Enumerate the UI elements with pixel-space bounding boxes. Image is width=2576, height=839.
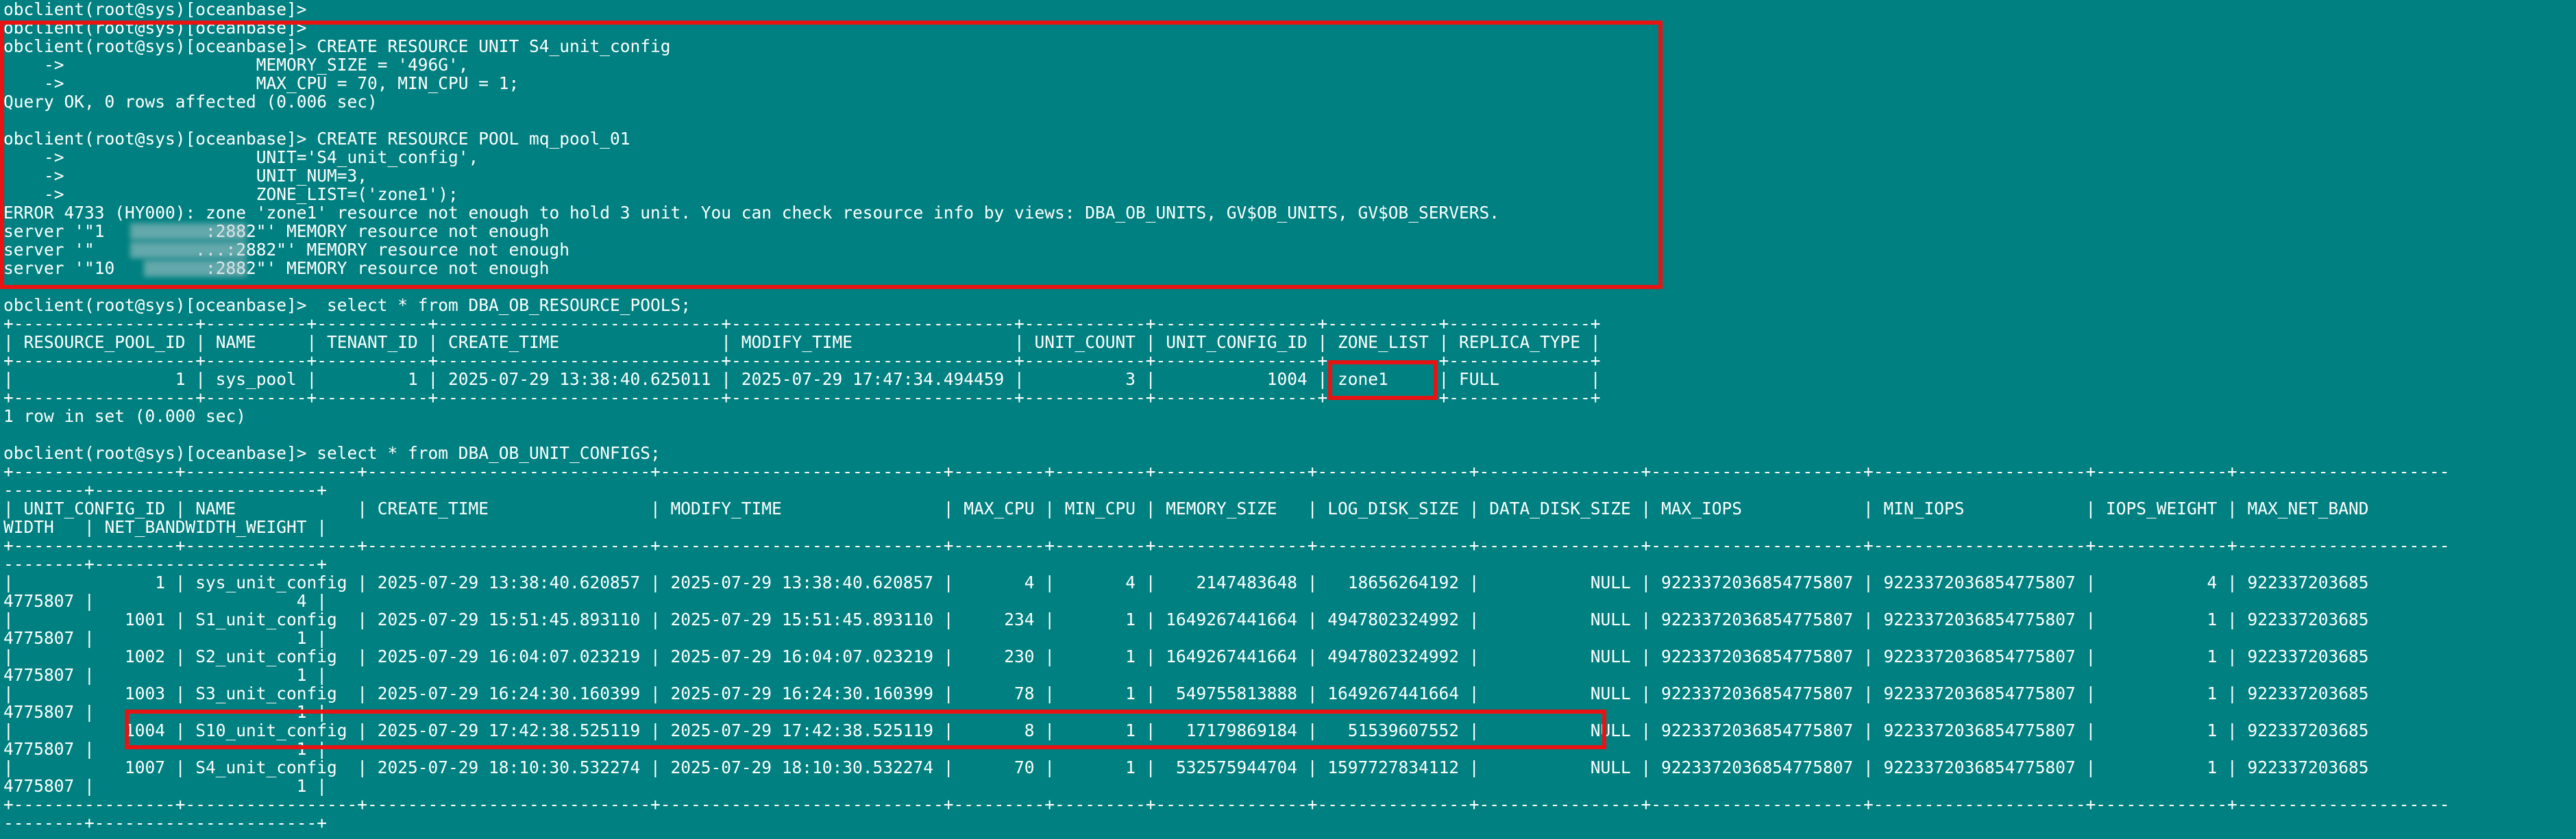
table-row: | 1002 | S2_unit_config | 2025-07-29 16:… [3, 647, 2369, 666]
table-border: +------------------+----------+---------… [3, 351, 1601, 371]
table-row: | 1001 | S1_unit_config | 2025-07-29 15:… [3, 610, 2369, 629]
table-border: +------------------+----------+---------… [3, 388, 1601, 408]
table-border: --------+----------------------+ [3, 554, 328, 574]
table-row: 4775807 | 1 | [3, 628, 328, 648]
sql-command-line: obclient(root@sys)[oceanbase]> select * … [3, 443, 661, 463]
prompt-line: obclient(root@sys)[oceanbase]> [3, 18, 307, 38]
sql-continuation: -> UNIT_NUM=3, [3, 166, 368, 186]
table-border: +----------------+-----------------+----… [3, 536, 2450, 555]
table-header-row: WIDTH | NET_BANDWIDTH_WEIGHT | [3, 517, 328, 537]
sql-command-line: obclient(root@sys)[oceanbase]> select * … [3, 295, 691, 315]
row-count-line: 1 row in set (0.000 sec) [3, 406, 247, 426]
server-error-line: server '"1 :2882"' MEMORY resource not e… [3, 221, 550, 241]
sql-continuation: -> MEMORY_SIZE = '496G', [3, 55, 469, 75]
terminal-window[interactable]: obclient(root@sys)[oceanbase]> obclient(… [0, 0, 2576, 839]
prompt-line: obclient(root@sys)[oceanbase]> [3, 0, 307, 19]
table-border: +----------------+-----------------+----… [3, 462, 2450, 481]
sql-continuation: -> UNIT='S4_unit_config', [3, 147, 479, 167]
table-header-row: | UNIT_CONFIG_ID | NAME | CREATE_TIME | … [3, 499, 2369, 518]
table-header-row: | RESOURCE_POOL_ID | NAME | TENANT_ID | … [3, 332, 1601, 352]
sql-command-line: obclient(root@sys)[oceanbase]> CREATE RE… [3, 129, 630, 149]
query-result-line: Query OK, 0 rows affected (0.006 sec) [3, 92, 378, 112]
table-row: | 1 | sys_pool | 1 | 2025-07-29 13:38:40… [3, 369, 1601, 389]
sql-command-line: obclient(root@sys)[oceanbase]> CREATE RE… [3, 36, 671, 56]
sql-continuation: -> MAX_CPU = 70, MIN_CPU = 1; [3, 73, 519, 93]
table-row: | 1 | sys_unit_config | 2025-07-29 13:38… [3, 573, 2369, 592]
table-row: 4775807 | 1 | [3, 776, 328, 796]
table-border: +----------------+-----------------+----… [3, 794, 2450, 814]
server-error-line: server '"10 :2882"' MEMORY resource not … [3, 258, 550, 278]
table-row: 4775807 | 4 | [3, 591, 328, 611]
table-row: 4775807 | 1 | [3, 739, 328, 759]
server-error-line: server '" ...:2882"' MEMORY resource not… [3, 240, 570, 260]
table-border: +------------------+----------+---------… [3, 314, 1601, 334]
table-border: --------+----------------------+ [3, 480, 328, 500]
table-row: | 1007 | S4_unit_config | 2025-07-29 18:… [3, 757, 2369, 777]
table-border: --------+----------------------+ [3, 813, 328, 833]
sql-continuation: -> ZONE_LIST=('zone1'); [3, 184, 458, 204]
table-row: 4775807 | 1 | [3, 665, 328, 685]
table-row: 4775807 | 1 | [3, 702, 328, 722]
error-message-line: ERROR 4733 (HY000): zone 'zone1' resourc… [3, 203, 1500, 223]
table-row: | 1004 | S10_unit_config | 2025-07-29 17… [3, 721, 2369, 740]
table-row: | 1003 | S3_unit_config | 2025-07-29 16:… [3, 684, 2369, 703]
